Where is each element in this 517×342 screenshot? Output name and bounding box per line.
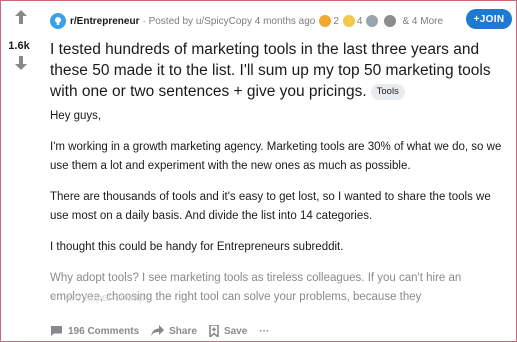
subreddit-link[interactable]: r/Entrepreneur: [70, 16, 139, 27]
body-bullet-item: Are super cheap: [50, 292, 145, 304]
comment-icon: [51, 326, 62, 336]
bullet-text: Are super cheap: [64, 292, 145, 304]
award-2[interactable]: 4: [342, 15, 363, 27]
more-options-icon: ···: [259, 325, 270, 337]
post-body: Hey guys, I'm working in a growth market…: [50, 107, 512, 319]
award-count: 4: [356, 15, 363, 27]
award-3[interactable]: [366, 15, 380, 27]
comments-label: 196 Comments: [68, 325, 140, 337]
more-awards-link[interactable]: & 4 More: [402, 16, 443, 27]
vote-count: 1.6k: [8, 40, 30, 52]
award-icon-2: [342, 15, 355, 27]
share-label: Share: [169, 325, 197, 337]
join-button[interactable]: +JOIN: [466, 9, 512, 29]
posted-by-text: · Posted by u/SpicyCopy 4 months ago: [142, 15, 316, 27]
save-button[interactable]: Save: [209, 325, 247, 337]
body-paragraph: I thought this could be handy for Entrep…: [50, 241, 344, 253]
body-paragraph: There are thousands of tools and it's ea…: [50, 191, 491, 222]
comments-button[interactable]: 196 Comments: [50, 325, 139, 337]
save-label: Save: [223, 325, 248, 337]
award-icon-1: [319, 15, 332, 27]
subreddit-lightbulb-icon[interactable]: [50, 13, 66, 29]
more-options-button[interactable]: ···: [259, 326, 269, 337]
post-actions: 196 Comments Share Save ···: [50, 321, 281, 341]
upvote-arrow-icon[interactable]: [15, 10, 27, 24]
post-meta: r/Entrepreneur · Posted by u/SpicyCopy 4…: [50, 11, 510, 31]
body-paragraph: Hey guys,: [50, 110, 102, 122]
post-flair[interactable]: Tools: [370, 84, 405, 100]
vote-column: 1.6k: [1, 1, 41, 341]
post-title[interactable]: I tested hundreds of marketing tools in …: [50, 39, 512, 102]
bullet-dot: [52, 295, 56, 299]
body-paragraph: I'm working in a growth marketing agency…: [50, 141, 502, 172]
share-icon: [151, 325, 165, 336]
award-4[interactable]: [384, 15, 398, 27]
downvote-arrow-icon[interactable]: [15, 56, 27, 70]
post-title-text: I tested hundreds of marketing tools in …: [50, 41, 491, 100]
share-button[interactable]: Share: [151, 325, 197, 337]
bookmark-icon: [209, 325, 219, 337]
post-card: 1.6k r/Entrepreneur · Posted by u/SpicyC…: [0, 0, 517, 342]
award-icon-3: [366, 15, 379, 27]
award-icon-4: [384, 15, 397, 27]
award-1[interactable]: 2: [319, 15, 339, 27]
award-count: 2: [333, 15, 339, 27]
